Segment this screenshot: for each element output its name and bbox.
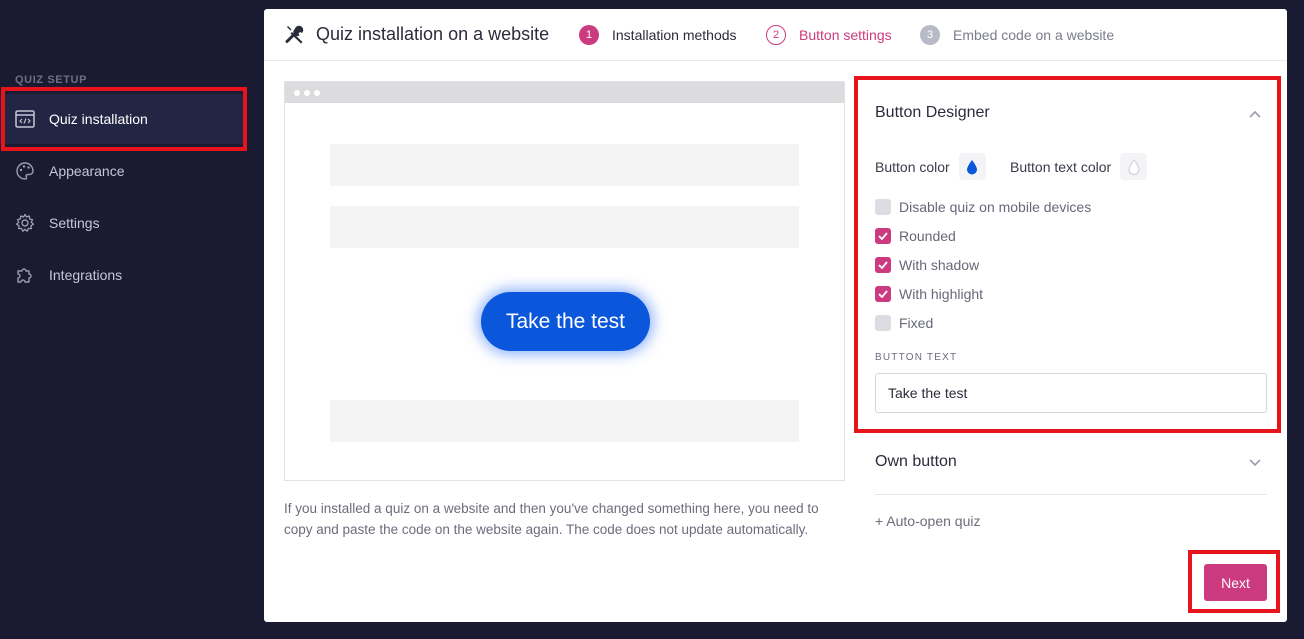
- option-label: With highlight: [899, 286, 984, 302]
- sidebar-section-label: QUIZ SETUP: [15, 74, 88, 86]
- button-text-label: BUTTON TEXT: [875, 352, 958, 363]
- content-placeholder: [330, 400, 799, 442]
- browser-dot: [294, 89, 300, 96]
- page-edge: [1287, 0, 1304, 639]
- droplet-outline-icon: [1128, 158, 1140, 175]
- option-with-highlight[interactable]: With highlight: [875, 286, 983, 302]
- page-title: Quiz installation on a website: [284, 23, 549, 45]
- content-placeholder: [330, 206, 799, 248]
- chevron-down-icon[interactable]: [1248, 456, 1262, 470]
- option-fixed[interactable]: Fixed: [875, 315, 933, 331]
- button-preview: Take the test: [284, 81, 845, 481]
- own-button-section[interactable]: Own button: [875, 453, 957, 471]
- page-title-text: Quiz installation on a website: [316, 23, 550, 44]
- option-label: Disable quiz on mobile devices: [899, 199, 1092, 215]
- content-placeholder: [330, 144, 799, 186]
- droplet-icon: [967, 159, 978, 174]
- preview-take-test-button[interactable]: Take the test: [481, 292, 650, 351]
- button-designer-title[interactable]: Button Designer: [875, 104, 990, 122]
- tools-icon: [284, 23, 306, 45]
- auto-open-quiz-link[interactable]: + Auto-open quiz: [875, 513, 980, 529]
- step-number: 3: [920, 25, 940, 45]
- main-panel: Quiz installation on a website 1 Install…: [264, 9, 1287, 622]
- step-label: Button settings: [799, 27, 892, 43]
- step-embed-code[interactable]: 3 Embed code on a website: [920, 25, 1114, 45]
- header: Quiz installation on a website 1 Install…: [264, 9, 1287, 61]
- divider: [875, 494, 1267, 495]
- option-disable-mobile[interactable]: Disable quiz on mobile devices: [875, 199, 1091, 215]
- step-label: Installation methods: [612, 27, 737, 43]
- check-icon: [878, 290, 888, 298]
- gear-icon: [14, 212, 36, 234]
- code-window-icon: [14, 108, 36, 130]
- sidebar-item-settings[interactable]: Settings: [0, 198, 245, 248]
- step-installation-methods[interactable]: 1 Installation methods: [579, 25, 737, 45]
- browser-dot: [314, 89, 320, 96]
- option-label: Rounded: [899, 228, 956, 244]
- sidebar-item-quiz-installation[interactable]: Quiz installation: [0, 94, 245, 144]
- chevron-up-icon[interactable]: [1248, 107, 1262, 121]
- step-number: 1: [579, 25, 599, 45]
- button-text-color-row: Button text color: [1010, 153, 1148, 180]
- checkbox[interactable]: [875, 199, 891, 215]
- step-label: Embed code on a website: [953, 27, 1115, 43]
- sidebar-item-appearance[interactable]: Appearance: [0, 146, 245, 196]
- palette-icon: [14, 160, 36, 182]
- sidebar-item-label: Appearance: [49, 163, 125, 179]
- sidebar-item-label: Settings: [49, 215, 100, 231]
- option-label: Fixed: [899, 315, 934, 331]
- puzzle-icon: [14, 264, 36, 286]
- button-color-label: Button color: [875, 158, 950, 175]
- option-with-shadow[interactable]: With shadow: [875, 257, 979, 273]
- checkbox[interactable]: [875, 315, 891, 331]
- option-rounded[interactable]: Rounded: [875, 228, 956, 244]
- next-button[interactable]: Next: [1204, 564, 1267, 601]
- checkbox-checked[interactable]: [875, 286, 891, 302]
- checkbox-checked[interactable]: [875, 257, 891, 273]
- browser-dot: [304, 89, 310, 96]
- step-number: 2: [766, 25, 786, 45]
- check-icon: [878, 232, 888, 240]
- browser-bar: [285, 82, 844, 103]
- button-text-input[interactable]: [875, 373, 1267, 413]
- button-text-color-label: Button text color: [1010, 158, 1112, 175]
- button-color-picker[interactable]: [958, 153, 986, 180]
- checkbox-checked[interactable]: [875, 228, 891, 244]
- check-icon: [878, 261, 888, 269]
- sidebar-item-label: Integrations: [49, 267, 123, 283]
- button-color-row: Button color: [875, 153, 986, 180]
- option-label: With shadow: [899, 257, 980, 273]
- update-note: If you installed a quiz on a website and…: [284, 501, 819, 537]
- sidebar-item-label: Quiz installation: [49, 111, 148, 127]
- sidebar-item-integrations[interactable]: Integrations: [0, 250, 245, 300]
- step-button-settings[interactable]: 2 Button settings: [766, 25, 892, 45]
- button-text-color-picker[interactable]: [1120, 153, 1148, 180]
- sidebar: QUIZ SETUP Quiz installation Appearance …: [0, 0, 245, 639]
